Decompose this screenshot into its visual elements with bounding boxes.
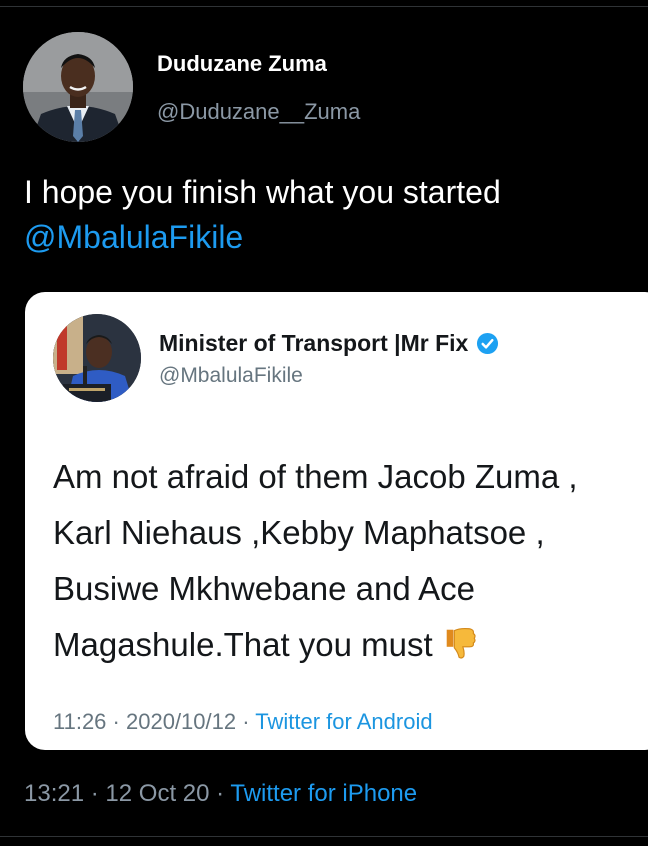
bottom-divider xyxy=(0,836,648,837)
verified-badge-icon xyxy=(476,332,499,355)
tweet-separator-1: · xyxy=(90,780,99,807)
mention-link[interactable]: @MbalulaFikile xyxy=(24,215,624,260)
quoted-line-2: Karl Niehaus ,Kebby Maphatsoe , xyxy=(53,514,545,551)
quoted-separator-1: · xyxy=(112,709,120,734)
quoted-line-4: Magashule.That you must xyxy=(53,617,648,679)
author-avatar[interactable] xyxy=(23,32,133,142)
quoted-author-avatar[interactable] xyxy=(53,314,141,402)
quoted-tweet-meta: 11:26 · 2020/10/12 · Twitter for Android xyxy=(53,709,433,735)
quoted-author-name-text: Minister of Transport |Mr Fix xyxy=(159,330,469,356)
quoted-line-3: Busiwe Mkhwebane and Ace xyxy=(53,570,475,607)
thumbs-down-icon xyxy=(441,623,479,679)
quoted-separator-2: · xyxy=(242,709,250,734)
quoted-author-name[interactable]: Minister of Transport |Mr Fix xyxy=(159,330,499,357)
quoted-line-4-text: Magashule.That you must xyxy=(53,626,433,663)
tweet-source-link[interactable]: Twitter for iPhone xyxy=(230,780,417,807)
quoted-time: 11:26 xyxy=(53,709,107,734)
tweet-text: I hope you finish what you started @Mbal… xyxy=(24,170,624,260)
quoted-tweet-text: Am not afraid of them Jacob Zuma , Karl … xyxy=(53,449,648,679)
author-handle[interactable]: @Duduzane__Zuma xyxy=(157,99,360,125)
tweet-time[interactable]: 13:21 xyxy=(24,780,84,807)
quoted-tweet-card[interactable]: Minister of Transport |Mr Fix @MbalulaFi… xyxy=(25,292,648,750)
quoted-source-link[interactable]: Twitter for Android xyxy=(255,709,432,734)
tweet-meta: 13:21 · 12 Oct 20 · Twitter for iPhone xyxy=(24,780,417,808)
tweet-body: I hope you finish what you started xyxy=(24,174,501,210)
author-name[interactable]: Duduzane Zuma xyxy=(157,51,327,77)
tweet-separator-2: · xyxy=(216,780,225,807)
tweet-date[interactable]: 12 Oct 20 xyxy=(105,780,209,807)
quoted-line-1: Am not afraid of them Jacob Zuma , xyxy=(53,458,578,495)
quoted-author-handle[interactable]: @MbalulaFikile xyxy=(159,364,303,388)
top-divider xyxy=(0,6,648,7)
quoted-date: 2020/10/12 xyxy=(126,709,237,734)
